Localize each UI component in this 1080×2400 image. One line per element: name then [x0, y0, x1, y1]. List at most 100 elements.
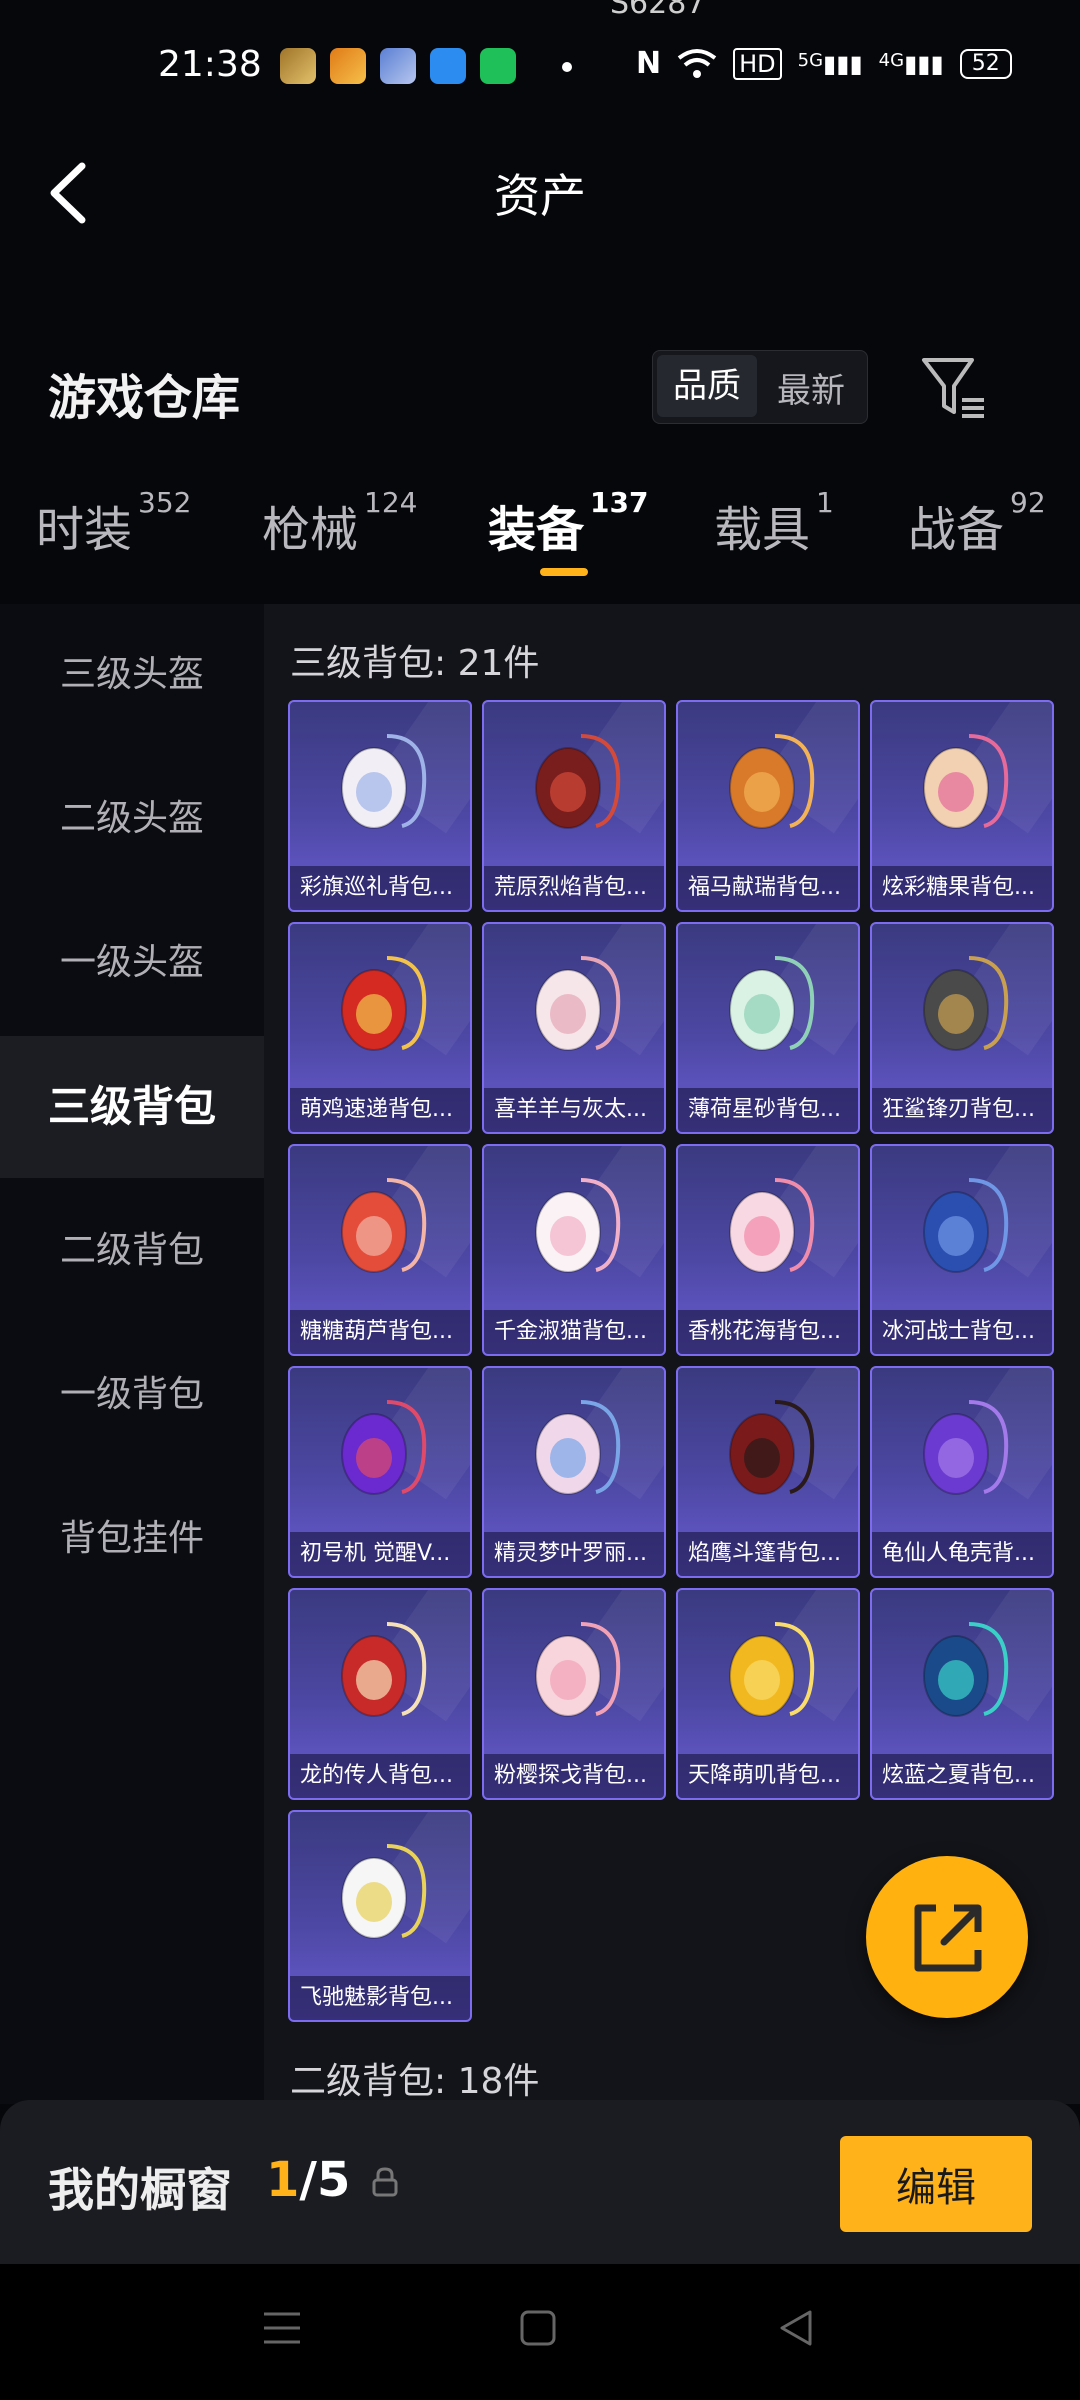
sidebar-item-backpack-1[interactable]: 一级背包	[0, 1324, 264, 1466]
backpack-icon	[729, 1178, 815, 1273]
backpack-icon	[535, 734, 621, 829]
item-card-label: 天降萌叽背包...	[678, 1754, 858, 1798]
item-card[interactable]: 糖糖葫芦背包...	[288, 1144, 472, 1356]
backpack-icon	[923, 956, 1009, 1051]
item-card-label: 精灵梦叶罗丽...	[484, 1532, 664, 1576]
item-card[interactable]: 炫彩糖果背包...	[870, 700, 1054, 912]
warehouse-title: 游戏仓库	[48, 370, 241, 426]
item-card-label: 焰鹰斗篷背包...	[678, 1532, 858, 1576]
tab-count: 137	[590, 486, 649, 519]
home-icon[interactable]	[518, 2308, 558, 2348]
signal-4g-label: 4G	[878, 49, 905, 71]
nfc-icon: N	[636, 46, 662, 81]
backpack-icon	[341, 734, 427, 829]
folder-app-icon	[430, 48, 466, 84]
item-card[interactable]: 福马献瑞背包...	[676, 700, 860, 912]
item-card-label: 粉樱探戈背包...	[484, 1754, 664, 1798]
signal-4g-icon: 4G▮▮▮	[878, 49, 944, 78]
item-card-label: 炫蓝之夏背包...	[872, 1754, 1052, 1798]
item-card-label: 千金淑猫背包...	[484, 1310, 664, 1354]
backpack-icon	[729, 956, 815, 1051]
item-card-label: 福马献瑞背包...	[678, 866, 858, 910]
sidebar-item-backpack-2[interactable]: 二级背包	[0, 1180, 264, 1322]
category-tabs: 时装 352 枪械 124 装备 137 载具 1 战备 92	[0, 486, 1080, 580]
tab-label: 战备	[908, 502, 1005, 558]
sidebar: 三级头盔 二级头盔 一级头盔 三级背包 二级背包 一级背包 背包挂件	[0, 604, 264, 2104]
item-card[interactable]: 焰鹰斗篷背包...	[676, 1366, 860, 1578]
item-card-label: 香桃花海背包...	[678, 1310, 858, 1354]
sidebar-item-helmet-1[interactable]: 一级头盔	[0, 892, 264, 1034]
item-card[interactable]: 薄荷星砂背包...	[676, 922, 860, 1134]
item-card[interactable]: 初号机 觉醒V...	[288, 1366, 472, 1578]
menu-icon[interactable]	[262, 2308, 302, 2348]
sidebar-item-helmet-3[interactable]: 三级头盔	[0, 604, 264, 746]
sort-quality-button[interactable]: 品质	[657, 355, 757, 417]
item-card[interactable]: 龙的传人背包...	[288, 1588, 472, 1800]
backpack-icon	[729, 734, 815, 829]
status-partial-text: S6287	[610, 0, 706, 21]
notification-icons	[280, 48, 516, 84]
item-card-label: 狂鲨锋刃背包...	[872, 1088, 1052, 1132]
section-title: 三级背包: 21件	[290, 643, 540, 684]
tab-count: 92	[1010, 486, 1046, 519]
sidebar-item-helmet-2[interactable]: 二级头盔	[0, 748, 264, 890]
item-card[interactable]: 炫蓝之夏背包...	[870, 1588, 1054, 1800]
item-card[interactable]: 狂鲨锋刃背包...	[870, 922, 1054, 1134]
item-card[interactable]: 冰河战士背包...	[870, 1144, 1054, 1356]
item-card-label: 荒原烈焰背包...	[484, 866, 664, 910]
item-card[interactable]: 龟仙人龟壳背...	[870, 1366, 1054, 1578]
item-card[interactable]: 彩旗巡礼背包...	[288, 700, 472, 912]
game-app-icon	[280, 48, 316, 84]
item-card[interactable]: 粉樱探戈背包...	[482, 1588, 666, 1800]
item-card[interactable]: 喜羊羊与灰太...	[482, 922, 666, 1134]
active-tab-indicator	[540, 568, 588, 576]
edit-button[interactable]: 编辑	[840, 2136, 1032, 2232]
back-nav-icon[interactable]	[776, 2308, 816, 2348]
tab-label: 时装	[36, 502, 133, 558]
item-card-label: 薄荷星砂背包...	[678, 1088, 858, 1132]
filter-icon[interactable]	[920, 352, 986, 422]
page-title: 资产	[494, 169, 586, 223]
item-card[interactable]: 千金淑猫背包...	[482, 1144, 666, 1356]
signal-5g-label: 5G	[797, 49, 824, 71]
item-card[interactable]: 飞驰魅影背包...	[288, 1810, 472, 2022]
backpack-icon	[341, 1622, 427, 1717]
backpack-icon	[923, 1178, 1009, 1273]
sidebar-item-backpack-charms[interactable]: 背包挂件	[0, 1468, 264, 1610]
item-card-label: 彩旗巡礼背包...	[290, 866, 470, 910]
tab-count: 1	[816, 486, 834, 519]
tab-war-supplies[interactable]: 战备 92	[908, 486, 1046, 560]
share-button[interactable]	[866, 1856, 1028, 2018]
item-card-label: 炫彩糖果背包...	[872, 866, 1052, 910]
tab-fashion[interactable]: 时装 352	[36, 486, 191, 560]
tab-label: 载具	[714, 502, 811, 558]
section-title: 二级背包: 18件	[290, 2061, 540, 2102]
battery-icon: 52	[959, 48, 1012, 79]
item-card[interactable]: 天降萌叽背包...	[676, 1588, 860, 1800]
lock-icon	[372, 2167, 398, 2197]
tab-equipment[interactable]: 装备 137	[488, 486, 648, 560]
signal-5g-icon: 5G▮▮▮	[797, 49, 863, 78]
showcase-current: 1	[266, 2152, 300, 2208]
tab-vehicles[interactable]: 载具 1	[714, 486, 834, 560]
share-icon	[914, 1904, 982, 1972]
tab-count: 352	[138, 486, 192, 519]
notification-dot-icon	[562, 62, 572, 72]
item-card[interactable]: 萌鸡速递背包...	[288, 922, 472, 1134]
tab-guns[interactable]: 枪械 124	[262, 486, 417, 560]
item-card[interactable]: 香桃花海背包...	[676, 1144, 860, 1356]
sidebar-item-backpack-3[interactable]: 三级背包	[0, 1036, 264, 1178]
backpack-icon	[535, 1400, 621, 1495]
item-card[interactable]: 荒原烈焰背包...	[482, 700, 666, 912]
backpack-icon	[535, 956, 621, 1051]
item-card-label: 萌鸡速递背包...	[290, 1088, 470, 1132]
sort-newest-button[interactable]: 最新	[777, 363, 845, 412]
backpack-icon	[535, 1178, 621, 1273]
item-card[interactable]: 精灵梦叶罗丽...	[482, 1366, 666, 1578]
showcase-bar: 我的橱窗 1/5 编辑	[0, 2100, 1080, 2264]
tab-label: 装备	[488, 502, 585, 558]
system-nav-bar	[0, 2264, 1080, 2400]
showcase-separator: /	[299, 2152, 317, 2208]
status-bar: S6287 21:38 N HD 5G▮▮▮ 4G▮▮▮ 52	[0, 0, 1080, 130]
hd-icon: HD	[733, 47, 782, 80]
